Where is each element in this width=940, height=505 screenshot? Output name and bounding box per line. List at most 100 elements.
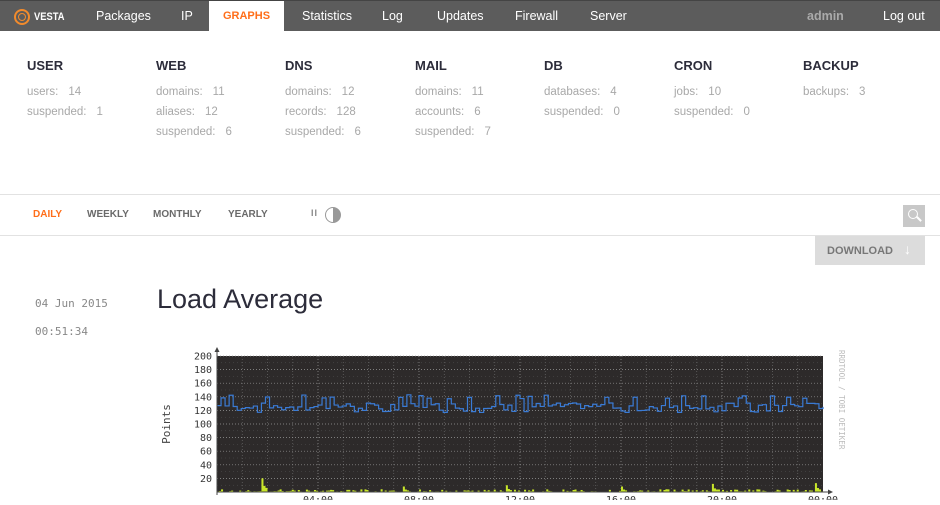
stat-value: 10 [708, 86, 722, 98]
stat-value: 11 [212, 86, 225, 98]
stat-value: 6 [474, 106, 481, 118]
nav-server[interactable]: Server [590, 1, 627, 32]
top-navigation: VESTA Packages IP GRAPHS Statistics Log … [0, 0, 940, 32]
tab-monthly[interactable]: MONTHLY [153, 209, 202, 220]
stat-key: domains: [285, 86, 332, 98]
stats-heading[interactable]: WEB [156, 58, 232, 73]
stat-value: 6 [225, 126, 232, 138]
stat-row: backups: 3 [803, 86, 865, 106]
nav-log[interactable]: Log [382, 1, 403, 32]
x-tick-label: 20:00 [707, 495, 737, 500]
y-tick-label: 20 [200, 474, 212, 485]
stats-heading[interactable]: DNS [285, 58, 361, 73]
nav-user-admin[interactable]: admin [807, 1, 844, 32]
nav-firewall[interactable]: Firewall [515, 1, 558, 32]
stat-value: 6 [354, 126, 361, 138]
stats-heading[interactable]: DB [544, 58, 620, 73]
stat-key: suspended: [156, 126, 216, 138]
period-tabs: DAILY WEEKLY MONTHLY YEARLY II [0, 196, 940, 236]
stat-key: backups: [803, 86, 850, 98]
nav-graphs[interactable]: GRAPHS [209, 1, 284, 32]
stat-row: records: 128 [285, 106, 361, 126]
download-button[interactable]: DOWNLOAD ↓ [815, 236, 925, 265]
y-tick-label: 160 [194, 379, 212, 390]
auto-refresh-toggle-icon[interactable] [325, 207, 341, 223]
stat-value: 128 [336, 106, 356, 118]
vesta-logo[interactable]: VESTA [14, 7, 70, 27]
stat-row: domains: 11 [156, 86, 232, 106]
chart-svg: 20 40 60 80 100 120 140 160 180 200 04:00 08:00 12:0… [160, 347, 846, 505]
graph-title: Load Average [157, 284, 324, 314]
y-tick-label: 200 [194, 352, 212, 363]
load-average-chart: 20 40 60 80 100 120 140 160 180 200 04:00 08:00 12:0… [150, 340, 870, 505]
stats-db: DB databases: 4 suspended: 0 [544, 58, 620, 126]
graph-time: 00:51:34 [35, 325, 88, 338]
stat-row: accounts: 6 [415, 106, 491, 126]
logout-link[interactable]: Log out [883, 1, 925, 32]
stat-value: 3 [859, 86, 866, 98]
y-axis-label: Points [160, 404, 173, 444]
stat-key: aliases: [156, 106, 195, 118]
stats-backup: BACKUP backups: 3 [803, 58, 865, 106]
stat-key: suspended: [285, 126, 345, 138]
stat-key: jobs: [674, 86, 699, 98]
search-button[interactable] [903, 205, 925, 227]
stat-value: 12 [205, 106, 218, 118]
search-icon-handle [916, 216, 922, 222]
stat-row: jobs: 10 [674, 86, 750, 106]
y-tick-label: 180 [194, 365, 212, 376]
tab-daily[interactable]: DAILY [33, 209, 62, 220]
stat-value: 1 [96, 106, 103, 118]
y-tick-label: 40 [200, 460, 212, 471]
stat-key: suspended: [415, 126, 475, 138]
stat-value: 0 [743, 106, 750, 118]
stat-row: suspended: 1 [27, 106, 103, 126]
stat-row: suspended: 6 [156, 126, 232, 146]
stats-summary: USER users: 1 4 suspended: 1 WEB domains: 11… [0, 50, 940, 195]
x-tick-label: 00:00 [808, 495, 838, 500]
stat-key: domains: [156, 86, 203, 98]
stats-heading[interactable]: BACKUP [803, 58, 865, 73]
pause-button[interactable]: II [311, 208, 318, 218]
stat-row: domains: 11 [415, 86, 491, 106]
stats-heading[interactable]: USER [27, 58, 103, 73]
stat-row: aliases: 12 [156, 106, 232, 126]
stat-row: suspended: 0 [674, 106, 750, 126]
tab-weekly[interactable]: WEEKLY [87, 209, 129, 220]
nav-ip[interactable]: IP [181, 1, 193, 32]
tab-yearly[interactable]: YEARLY [228, 209, 268, 220]
x-tick-label: 16:00 [606, 495, 636, 500]
stat-key: users: [27, 86, 59, 98]
stats-web: WEB domains: 11 aliases: 12 suspended: 6 [156, 58, 232, 146]
stat-value: 7 [484, 126, 491, 138]
download-label: DOWNLOAD [827, 245, 893, 257]
nav-updates[interactable]: Updates [437, 1, 484, 32]
stat-value: 11 [471, 86, 484, 98]
y-tick-label: 60 [200, 447, 212, 458]
stat-value: 12 [341, 86, 355, 98]
nav-statistics[interactable]: Statistics [302, 1, 352, 32]
vesta-logo-icon [14, 9, 30, 25]
stats-dns: DNS domains: 12 records: 128 suspended: 6 [285, 58, 361, 146]
logo-text: VESTA [34, 11, 65, 23]
stat-key: databases: [544, 86, 601, 98]
stat-key: records: [285, 106, 327, 118]
y-tick-label: 80 [200, 433, 212, 444]
stat-row: suspended: 7 [415, 126, 491, 146]
x-axis-arrow [828, 489, 833, 495]
rrdtool-watermark: RRDTOOL / TOBI OETIKER [837, 350, 846, 450]
stat-value: 4 [610, 86, 617, 98]
stat-value: 0 [613, 106, 620, 118]
y-tick-label: 140 [194, 392, 212, 403]
graph-date: 04 Jun 2015 [35, 297, 108, 310]
stats-mail: MAIL domains: 11 accounts: 6 suspended: 7 [415, 58, 491, 146]
stats-heading[interactable]: MAIL [415, 58, 491, 73]
stats-heading[interactable]: CRON [674, 58, 750, 73]
arrow-down-icon: ↓ [904, 241, 911, 257]
stats-user: USER users: 14 suspended: 1 [27, 58, 103, 126]
nav-packages[interactable]: Packages [96, 1, 151, 32]
stats-cron: CRON jobs: 10 suspended: 0 [674, 58, 750, 126]
stat-key: suspended: [544, 106, 604, 118]
y-tick-label: 120 [194, 406, 212, 417]
y-tick-label: 100 [194, 420, 212, 431]
